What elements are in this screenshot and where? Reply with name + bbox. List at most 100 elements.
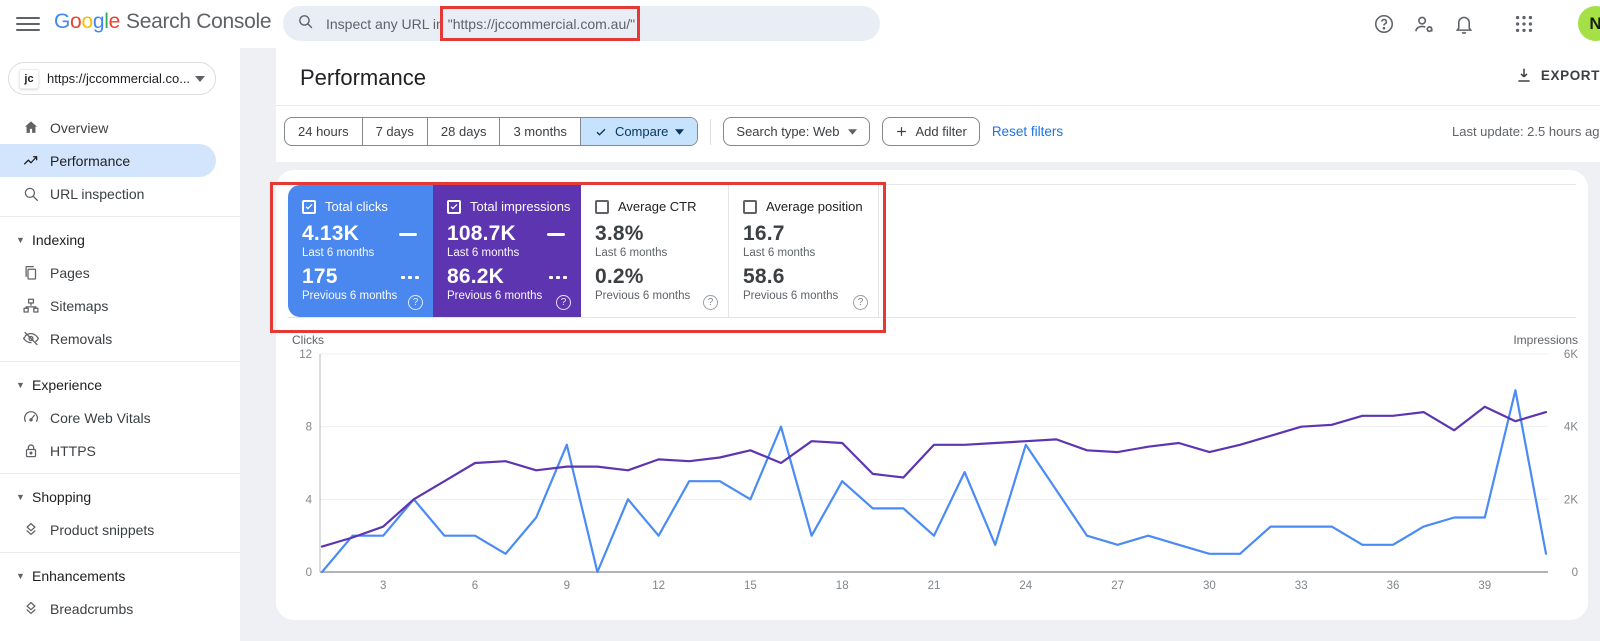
notifications-bell-icon[interactable] [1451, 11, 1477, 37]
sidebar-section-enhancements[interactable]: ▼ Enhancements [0, 559, 240, 592]
sidebar-item-breadcrumbs[interactable]: Breadcrumbs [0, 592, 216, 625]
pages-icon [22, 264, 40, 282]
svg-text:9: 9 [564, 580, 570, 592]
metrics-row-filler [879, 185, 1576, 317]
metric-checkbox[interactable] [447, 199, 461, 214]
svg-text:4K: 4K [1564, 422, 1578, 434]
metric-checkbox[interactable] [595, 199, 609, 214]
dashed-line-legend-icon [401, 275, 419, 279]
snippet-icon [22, 521, 40, 539]
property-favicon: jc [19, 68, 39, 89]
home-icon [22, 119, 40, 137]
chevron-down-icon [675, 128, 685, 135]
sidebar-item-core-web-vitals[interactable]: Core Web Vitals [0, 401, 216, 434]
logo-suffix: Search Console [125, 10, 272, 33]
metric-checkbox[interactable] [743, 199, 757, 214]
svg-text:12: 12 [299, 349, 312, 361]
sidebar-section-shopping[interactable]: ▼ Shopping [0, 480, 240, 513]
property-url-label: https://jccommercial.co... [47, 71, 191, 86]
reset-filters-link[interactable]: Reset filters [992, 124, 1063, 139]
metric-value-previous: 58.6 [743, 265, 785, 288]
svg-text:Impressions: Impressions [1513, 333, 1578, 347]
check-icon [450, 203, 458, 210]
metric-card-average-ctr[interactable]: Average CTR 3.8% Last 6 months 0.2% Previous… [581, 185, 729, 317]
metric-period-last: Last 6 months [302, 247, 375, 259]
account-avatar[interactable]: N [1578, 6, 1600, 41]
date-range-7-days[interactable]: 7 days [361, 118, 427, 145]
svg-text:0: 0 [1572, 567, 1578, 579]
sidebar-item-pages[interactable]: Pages [0, 256, 216, 289]
svg-text:12: 12 [652, 580, 665, 592]
menu-icon[interactable] [16, 13, 40, 35]
eye-off-icon [22, 330, 40, 348]
compare-tab[interactable]: Compare [579, 118, 698, 145]
help-icon[interactable] [1371, 11, 1397, 37]
page-title: Performance [300, 65, 426, 90]
dashed-line-legend-icon [549, 275, 567, 279]
metric-label: Total clicks [325, 199, 388, 214]
metric-label: Total impressions [470, 199, 571, 214]
svg-text:3: 3 [380, 580, 386, 592]
metric-help-icon[interactable]: ? [703, 295, 718, 310]
metric-card-average-position[interactable]: Average position 16.7 Last 6 months 58.6 Pre… [729, 185, 879, 317]
collapse-caret-icon: ▼ [16, 570, 25, 581]
sidebar-section-indexing[interactable]: ▼ Indexing [0, 223, 240, 256]
metric-period-previous: Previous 6 months [447, 290, 543, 302]
svg-text:21: 21 [928, 580, 941, 592]
svg-text:30: 30 [1203, 580, 1216, 592]
sidebar-item-sitemaps[interactable]: Sitemaps [0, 289, 216, 322]
top-app-bar: Google Search Console Inspect any URL in … [0, 0, 1600, 48]
lock-icon [22, 442, 40, 460]
sidebar-item-performance[interactable]: Performance [0, 144, 216, 177]
date-range-28-days[interactable]: 28 days [426, 118, 500, 145]
date-range-3-months[interactable]: 3 months [499, 118, 579, 145]
sidebar: jc https://jccommercial.co... Overview Pe… [0, 48, 240, 641]
metric-value-previous: 175 [302, 265, 338, 288]
user-settings-icon[interactable] [1411, 11, 1437, 37]
apps-grid-icon[interactable] [1511, 11, 1537, 37]
metric-period-last: Last 6 months [743, 247, 816, 259]
sidebar-divider [0, 216, 240, 217]
svg-text:27: 27 [1111, 580, 1124, 592]
export-button[interactable]: EXPORT [1515, 66, 1600, 84]
sidebar-item-product-snippets[interactable]: Product snippets [0, 513, 216, 546]
metric-value-previous: 86.2K [447, 265, 505, 288]
last-update-text: Last update: 2.5 hours ago [1452, 124, 1600, 139]
search-placeholder: Inspect any URL in [326, 15, 444, 32]
metric-help-icon[interactable]: ? [556, 295, 571, 310]
url-inspect-search-bar[interactable]: Inspect any URL in "https://jccommercial… [283, 6, 880, 41]
chevron-down-icon [847, 128, 857, 135]
metric-cards-row: Total clicks 4.13K Last 6 months 175 Previou… [288, 184, 1576, 318]
metric-help-icon[interactable]: ? [408, 295, 423, 310]
add-filter-chip[interactable]: Add filter [881, 117, 980, 146]
check-icon [596, 128, 606, 136]
date-range-24-hours[interactable]: 24 hours [285, 118, 362, 145]
sidebar-item-overview[interactable]: Overview [0, 111, 216, 144]
svg-text:Clicks: Clicks [292, 333, 324, 347]
collapse-caret-icon: ▼ [16, 234, 25, 245]
sidebar-item-url-inspection[interactable]: URL inspection [0, 177, 216, 210]
metric-checkbox[interactable] [302, 199, 316, 214]
metric-card-total-clicks[interactable]: Total clicks 4.13K Last 6 months 175 Previou… [288, 185, 433, 317]
performance-header-band: Performance EXPORT 24 hours 7 days 28 days… [276, 48, 1600, 162]
performance-line-chart[interactable]: Clicks Impressions0481202K4K6K3 6 9 12 15 18 21… [276, 330, 1588, 610]
metric-value-last: 3.8% [595, 222, 644, 245]
search-type-chip[interactable]: Search type: Web [723, 117, 870, 146]
svg-text:4: 4 [306, 494, 313, 506]
metric-value-last: 16.7 [743, 222, 785, 245]
header-divider [276, 105, 1600, 106]
snippet-icon [22, 600, 40, 618]
app-logo: Google Search Console [54, 10, 272, 34]
sidebar-section-experience[interactable]: ▼ Experience [0, 368, 240, 401]
metric-card-total-impressions[interactable]: Total impressions 108.7K Last 6 months 86.2… [433, 185, 581, 317]
trending-icon [22, 152, 40, 170]
metric-value-previous: 0.2% [595, 265, 644, 288]
metric-label: Average position [766, 199, 863, 214]
svg-text:24: 24 [1019, 580, 1032, 592]
metric-help-icon[interactable]: ? [853, 295, 868, 310]
plus-icon [896, 127, 906, 136]
sidebar-item-removals[interactable]: Removals [0, 322, 216, 355]
svg-text:2K: 2K [1564, 494, 1578, 506]
property-selector[interactable]: jc https://jccommercial.co... [8, 62, 216, 95]
sidebar-item-https[interactable]: HTTPS [0, 434, 216, 467]
